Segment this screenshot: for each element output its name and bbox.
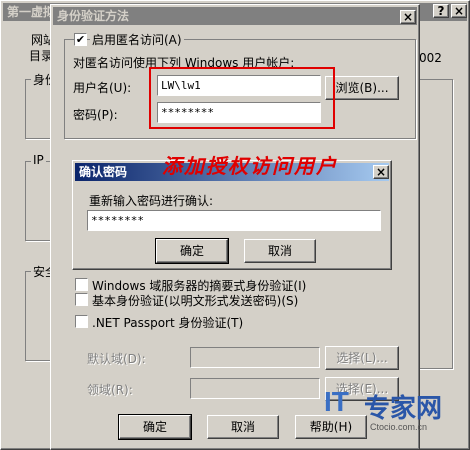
auth-titlebar: 身份验证方法 xyxy=(53,7,417,25)
properties-title: 第一虚拟 xyxy=(7,5,56,19)
close-icon[interactable]: × xyxy=(373,165,389,179)
digest-checkbox[interactable] xyxy=(75,278,88,291)
confirm-password-field[interactable]: ******** xyxy=(87,210,381,231)
group-ip-label: IP xyxy=(31,153,46,167)
confirm-cancel-button[interactable]: 取消 xyxy=(244,239,316,263)
default-domain-field xyxy=(190,347,320,368)
passport-label[interactable]: .NET Passport 身份验证(T) xyxy=(92,314,243,331)
realm-field xyxy=(190,378,320,399)
right-value: 002 xyxy=(419,51,442,65)
confirm-prompt: 重新输入密码进行确认: xyxy=(89,194,214,208)
anon-checkbox[interactable]: ✔ xyxy=(74,33,87,46)
username-label: 用户名(U): xyxy=(73,81,132,95)
ok-button[interactable]: 确定 xyxy=(118,414,192,440)
watermark-it: IT xyxy=(324,386,349,417)
right-group xyxy=(415,79,453,369)
default-domain-label: 默认域(D): xyxy=(87,352,146,366)
basic-checkbox[interactable] xyxy=(75,293,88,306)
annotation-text: 添加授权访问用户 xyxy=(162,154,338,178)
confirm-title: 确认密码 xyxy=(79,165,128,179)
browse-button[interactable]: 浏览(B)... xyxy=(325,76,399,100)
basic-label[interactable]: 基本身份验证(以明文形式发送密码)(S) xyxy=(92,292,298,309)
confirm-ok-button[interactable]: 确定 xyxy=(155,238,229,264)
anon-checkbox-label[interactable]: 启用匿名访问(A) xyxy=(90,31,184,48)
close-icon[interactable]: × xyxy=(451,4,467,18)
auth-title: 身份验证方法 xyxy=(57,9,130,23)
password-label: 密码(P): xyxy=(73,108,118,122)
watermark-site: Ctocio.com.cn xyxy=(370,422,428,432)
highlight-box xyxy=(149,67,335,129)
watermark: IT 专家网 Ctocio.com.cn xyxy=(320,386,466,446)
realm-label: 领域(R): xyxy=(87,383,133,397)
passport-checkbox[interactable] xyxy=(75,315,88,328)
close-icon[interactable]: × xyxy=(400,10,416,24)
select-button-1[interactable]: 选择(L)... xyxy=(325,346,399,370)
help-icon[interactable]: ? xyxy=(433,4,449,18)
cancel-button[interactable]: 取消 xyxy=(207,415,279,439)
watermark-cn: 专家网 xyxy=(364,393,443,423)
